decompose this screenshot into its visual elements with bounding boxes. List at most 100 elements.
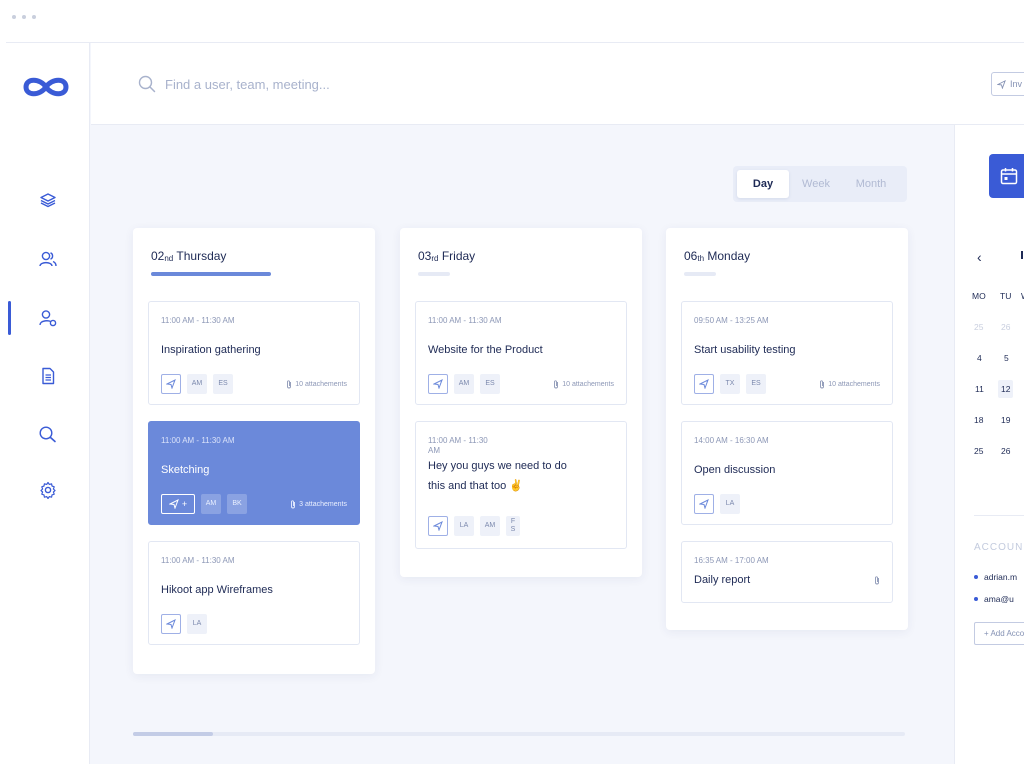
event-time: 11:00 AM - 11:30 AM	[161, 436, 235, 445]
event-card[interactable]: 11:00 AM - 11:30 AM Hikoot app Wireframe…	[148, 541, 360, 645]
event-card[interactable]: 14:00 AM - 16:30 AM Open discussion LA	[681, 421, 893, 525]
paperclip-icon	[291, 500, 296, 509]
member-chip[interactable]: ES	[746, 374, 766, 394]
member-chip[interactable]: LA	[454, 516, 474, 536]
calendar-day[interactable]: 26	[1001, 446, 1010, 456]
gear-icon	[40, 481, 56, 499]
event-title: Sketching	[161, 464, 210, 476]
sidebar-item-layers[interactable]	[33, 185, 63, 215]
view-week-button[interactable]: Week	[789, 170, 843, 198]
send-button[interactable]	[694, 494, 714, 514]
event-title: Website for the Product	[428, 344, 543, 356]
day-column-title: 02nd Thursday	[151, 249, 227, 263]
event-card[interactable]: 11:00 AM - 11:30 AM Website for the Prod…	[415, 301, 627, 405]
infinity-logo-icon[interactable]	[20, 76, 72, 98]
day-column-title: 03rd Friday	[418, 249, 476, 263]
right-panel: ‹ MO TU W 25 26 4 5 11 12 18 19 25 26 AC…	[954, 125, 1024, 764]
sidebar-item-document[interactable]	[33, 361, 63, 391]
member-chip[interactable]: BK	[227, 494, 247, 514]
sidebar-item-search-users[interactable]	[33, 419, 63, 449]
send-icon	[166, 379, 176, 389]
chevron-left-icon[interactable]: ‹	[977, 249, 982, 265]
calendar-day[interactable]: 11	[975, 384, 984, 394]
calendar-day[interactable]: 25	[974, 446, 983, 456]
send-icon	[166, 619, 176, 629]
horizontal-scrollbar-track[interactable]	[133, 732, 905, 736]
member-chip[interactable]: F S	[506, 516, 520, 536]
attachments[interactable]: 10 attachements	[286, 380, 347, 389]
member-chip[interactable]: AM	[187, 374, 207, 394]
paperclip-icon	[820, 380, 825, 389]
attachments[interactable]: 10 attachements	[819, 380, 880, 389]
layers-icon	[40, 193, 56, 208]
calendar-day[interactable]: 18	[974, 415, 983, 425]
event-title: Hikoot app Wireframes	[161, 584, 273, 596]
member-chip[interactable]: LA	[187, 614, 207, 634]
send-icon	[168, 499, 179, 509]
search-input[interactable]	[165, 71, 565, 97]
send-icon	[699, 499, 709, 509]
event-title: Inspiration gathering	[161, 344, 261, 356]
event-card[interactable]: 09:50 AM - 13:25 AM Start usability test…	[681, 301, 893, 405]
add-account-button[interactable]: + Add Acco	[974, 622, 1024, 645]
member-chip[interactable]: AM	[480, 516, 500, 536]
paperclip-icon	[287, 380, 292, 389]
send-button[interactable]	[694, 374, 714, 394]
calendar-day[interactable]: 5	[1004, 353, 1009, 363]
event-time: 11:00 AM - 11:30 AM	[428, 316, 502, 325]
account-item[interactable]: ama@u	[974, 594, 1014, 604]
send-button[interactable]	[161, 614, 181, 634]
calendar-button[interactable]	[989, 154, 1024, 198]
day-progress-bar	[684, 272, 716, 276]
sidebar-item-user-settings[interactable]	[33, 303, 63, 333]
status-dot	[974, 575, 978, 579]
search-icon	[138, 75, 156, 93]
send-add-button[interactable]: +	[161, 494, 195, 514]
user-gear-icon	[39, 310, 57, 327]
event-title: Hey you guys we need to do this and that…	[428, 460, 567, 492]
weekday-label: MO	[972, 291, 986, 301]
member-chip[interactable]: ES	[480, 374, 500, 394]
calendar-day[interactable]: 19	[1001, 415, 1010, 425]
attachments[interactable]: 3 attachements	[290, 500, 347, 509]
event-card[interactable]: 11:00 AM - 11:30 AM Inspiration gatherin…	[148, 301, 360, 405]
event-card[interactable]: 11:00 AM - 11:30 AM Hey you guys we need…	[415, 421, 627, 549]
calendar-day-today[interactable]: 12	[998, 380, 1014, 398]
sidebar-item-settings[interactable]	[33, 475, 63, 505]
horizontal-scrollbar-thumb[interactable]	[133, 732, 213, 736]
accounts-heading: ACCOUN	[974, 542, 1024, 553]
day-column-thursday: 02nd Thursday 11:00 AM - 11:30 AM Inspir…	[133, 228, 375, 674]
invite-label: Inv	[1010, 79, 1023, 89]
member-chip[interactable]: ES	[213, 374, 233, 394]
sidebar-item-team[interactable]	[33, 244, 63, 274]
event-time: 16:35 AM - 17:00 AM	[694, 556, 769, 565]
event-card[interactable]: 16:35 AM - 17:00 AM Daily report	[681, 541, 893, 603]
event-time: 14:00 AM - 16:30 AM	[694, 436, 769, 445]
send-button[interactable]	[428, 516, 448, 536]
member-chip[interactable]: AM	[454, 374, 474, 394]
send-button[interactable]	[428, 374, 448, 394]
view-month-button[interactable]: Month	[843, 170, 899, 198]
member-chip[interactable]: AM	[201, 494, 221, 514]
view-day-button[interactable]: Day	[737, 170, 789, 198]
calendar-day[interactable]: 26	[1001, 322, 1010, 332]
member-chip[interactable]: LA	[720, 494, 740, 514]
invite-button[interactable]: Inv	[991, 72, 1024, 96]
event-title: Open discussion	[694, 464, 776, 476]
attachments[interactable]	[874, 576, 880, 585]
send-icon	[699, 379, 709, 389]
window-dots	[12, 15, 36, 19]
user-search-icon	[39, 426, 56, 443]
top-bar: Inv	[91, 43, 1024, 125]
send-icon	[433, 521, 443, 531]
attachments[interactable]: 10 attachements	[553, 380, 614, 389]
users-icon	[39, 251, 57, 267]
event-card-selected[interactable]: 11:00 AM - 11:30 AM Sketching + AM BK 3 …	[148, 421, 360, 525]
account-item[interactable]: adrian.m	[974, 572, 1017, 582]
view-toggle: Day Week Month	[733, 166, 907, 202]
send-button[interactable]	[161, 374, 181, 394]
calendar-day[interactable]: 4	[977, 353, 982, 363]
member-chip[interactable]: TX	[720, 374, 740, 394]
event-time: 11:00 AM - 11:30 AM	[428, 436, 488, 455]
calendar-day[interactable]: 25	[974, 322, 983, 332]
